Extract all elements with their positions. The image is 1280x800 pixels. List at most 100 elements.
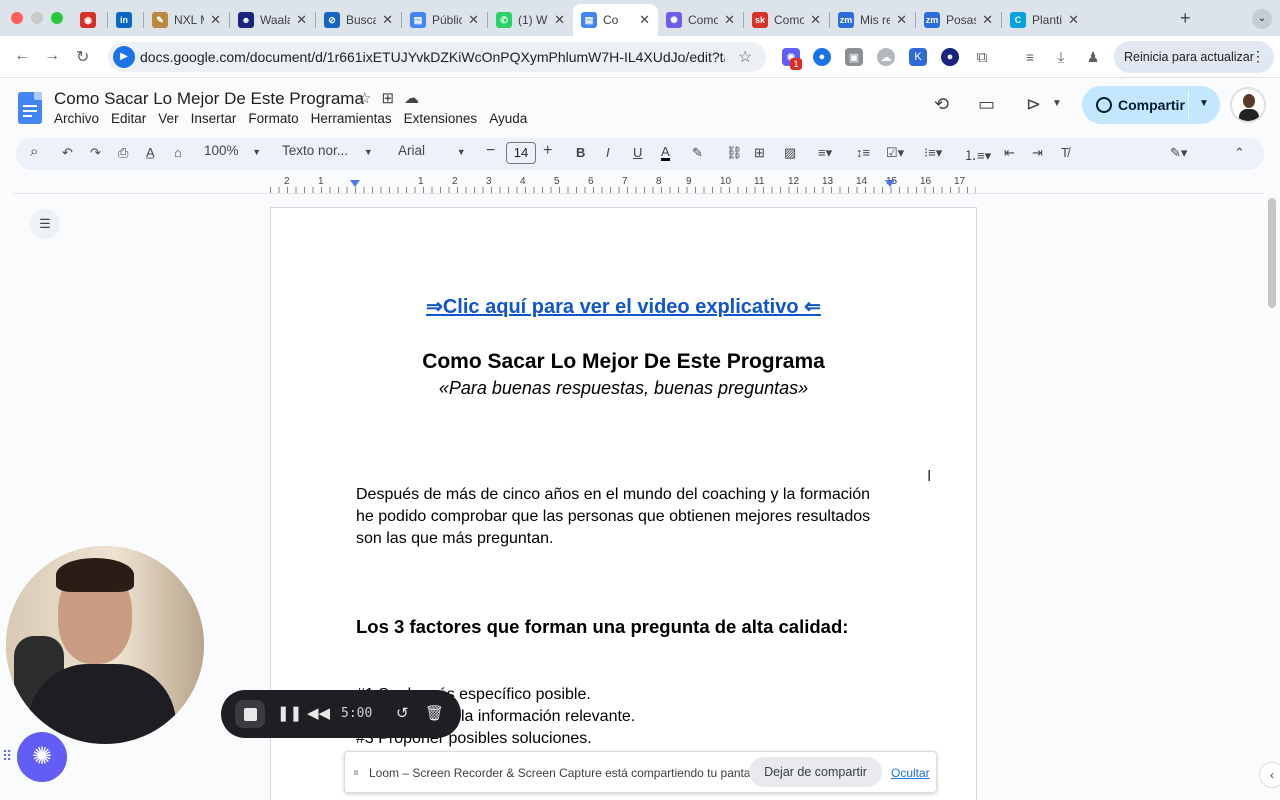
menu-item-editar[interactable]: Editar — [111, 111, 146, 126]
text-color-icon[interactable]: A — [661, 145, 670, 161]
more-menu-icon[interactable]: ⋮ — [1251, 48, 1265, 65]
insert-link-icon[interactable]: ⛓ — [726, 145, 743, 161]
tab-close-icon[interactable]: ✕ — [982, 12, 993, 28]
tab-8[interactable]: ✺ Como ✕ — [658, 6, 743, 34]
forward-icon[interactable]: → — [44, 47, 60, 65]
menu-item-ayuda[interactable]: Ayuda — [489, 111, 527, 126]
tab-10[interactable]: zm Mis re ✕ — [830, 6, 915, 34]
editing-mode-icon[interactable]: ✎▾ — [1170, 145, 1187, 161]
drag-handle-icon[interactable]: ⏸ — [353, 765, 359, 780]
search-menus-icon[interactable]: ⌕ — [30, 143, 38, 160]
move-folder-icon[interactable]: ⊞ — [381, 89, 394, 107]
tab-close-icon[interactable]: ✕ — [468, 12, 479, 28]
decrease-font-size-button[interactable]: − — [486, 142, 495, 160]
align-icon[interactable]: ≡▾ — [818, 145, 832, 161]
collapse-menus-icon[interactable]: ⌃ — [1234, 145, 1245, 161]
loom-menu-button[interactable]: ✺ — [17, 732, 67, 782]
tab-close-icon[interactable]: ✕ — [810, 12, 821, 28]
stop-recording-button[interactable] — [235, 700, 265, 728]
font-family-select[interactable]: Arial ▼ — [398, 143, 466, 158]
bulleted-list-icon[interactable]: ⁝≡▾ — [924, 145, 942, 161]
extension-icon-dark[interactable]: ● — [941, 48, 959, 66]
restart-recording-icon[interactable]: ↺ — [396, 704, 409, 722]
version-history-icon[interactable]: ⟲ — [934, 94, 949, 115]
meet-dropdown-icon[interactable]: ▼ — [1052, 98, 1062, 109]
increase-font-size-button[interactable]: + — [543, 142, 552, 160]
restart-to-update-button[interactable]: Reinicia para actualizar ⋮ — [1114, 41, 1274, 73]
video-link[interactable]: ⇒Clic aquí para ver el video explicativo… — [271, 294, 976, 319]
window-close-button[interactable] — [11, 12, 23, 24]
highlight-icon[interactable]: ✎ — [692, 145, 703, 161]
zoom-select[interactable]: 100% ▼ — [204, 143, 261, 158]
tab-4[interactable]: ⊘ Busca ✕ — [316, 6, 401, 34]
document-title[interactable]: Como Sacar Lo Mejor De Este Programa — [54, 89, 364, 109]
pause-icon[interactable]: ❚❚ — [277, 704, 302, 722]
menu-item-extensiones[interactable]: Extensiones — [404, 111, 478, 126]
tab-close-icon[interactable]: ✕ — [1068, 12, 1079, 28]
underline-icon[interactable]: U — [633, 145, 642, 160]
checklist-icon[interactable]: ☑▾ — [886, 145, 904, 161]
reading-list-icon[interactable]: ≡ — [1021, 48, 1039, 66]
right-indent-marker[interactable] — [885, 180, 895, 187]
font-size-input[interactable]: 14 — [506, 142, 536, 164]
insert-image-icon[interactable]: ▨ — [784, 145, 796, 161]
tab-close-icon[interactable]: ✕ — [296, 12, 307, 28]
cloud-status-icon[interactable]: ☁ — [404, 89, 419, 107]
profile-icon[interactable]: ♟ — [1084, 48, 1102, 66]
decrease-indent-icon[interactable]: ⇤ — [1004, 145, 1015, 161]
window-maximize-button[interactable] — [51, 12, 63, 24]
tab-0[interactable]: ◉ — [72, 6, 107, 34]
tab-search-button[interactable]: ⌄ — [1252, 9, 1272, 29]
window-minimize-button[interactable] — [31, 12, 43, 24]
menu-item-ver[interactable]: Ver — [158, 111, 178, 126]
new-tab-button[interactable]: + — [1180, 8, 1191, 29]
menu-item-insertar[interactable]: Insertar — [191, 111, 237, 126]
tab-close-icon[interactable]: ✕ — [554, 12, 565, 28]
tab-9[interactable]: sk Como ✕ — [744, 6, 829, 34]
site-info-icon[interactable]: ▶ — [113, 46, 135, 68]
menu-item-herramientas[interactable]: Herramientas — [311, 111, 392, 126]
avatar[interactable] — [1230, 87, 1266, 123]
redo-icon[interactable]: ↷ — [90, 145, 101, 161]
document-outline-icon[interactable]: ☰ — [30, 209, 60, 239]
docs-logo-icon[interactable] — [18, 92, 42, 124]
tab-3[interactable]: ☻ Waala ✕ — [230, 6, 315, 34]
drag-handle-icon[interactable]: ⠿ — [2, 748, 12, 765]
italic-icon[interactable]: I — [606, 145, 610, 160]
tab-close-icon[interactable]: ✕ — [210, 12, 221, 28]
increase-indent-icon[interactable]: ⇥ — [1032, 145, 1043, 161]
extension-icon-k[interactable]: K — [909, 48, 927, 66]
share-dropdown-icon[interactable]: ▼ — [1199, 98, 1209, 109]
extension-icon-grey[interactable]: ▣ — [845, 48, 863, 66]
loom-webcam-bubble[interactable] — [6, 546, 204, 744]
menu-item-archivo[interactable]: Archivo — [54, 111, 99, 126]
tab-6[interactable]: ✆ (1) Wh ✕ — [488, 6, 573, 34]
line-spacing-icon[interactable]: ↕≡ — [856, 145, 870, 160]
extensions-puzzle-icon[interactable]: ⧉ — [973, 48, 991, 66]
undo-icon[interactable]: ↶ — [62, 145, 73, 161]
clear-formatting-icon[interactable]: T̸ — [1061, 145, 1069, 160]
tab-11[interactable]: zm Posas ✕ — [916, 6, 1001, 34]
tab-1[interactable]: in — [108, 6, 143, 34]
numbered-list-icon[interactable]: ⒈≡▾ — [964, 145, 991, 164]
print-icon[interactable]: ⎙ — [118, 145, 128, 161]
left-indent-marker[interactable] — [350, 180, 360, 187]
hide-notification-link[interactable]: Ocultar — [891, 766, 930, 780]
url-text[interactable]: docs.google.com/document/d/1r661ixETUJYv… — [140, 49, 725, 65]
spellcheck-icon[interactable]: A̲ — [146, 145, 155, 160]
address-bar[interactable]: ▶ docs.google.com/document/d/1r661ixETUJ… — [108, 42, 766, 72]
reload-icon[interactable]: ↻ — [76, 47, 89, 67]
rewind-icon[interactable]: ◀◀ — [307, 704, 330, 722]
bookmark-star-icon[interactable]: ☆ — [738, 47, 752, 67]
ruler[interactable]: 2 1 1 2 3 4 5 6 7 8 9 10 11 12 13 14 15 16 17 — [270, 176, 976, 193]
tab-close-icon[interactable]: ✕ — [896, 12, 907, 28]
bold-icon[interactable]: B — [576, 145, 585, 160]
tab-close-icon[interactable]: ✕ — [639, 12, 650, 28]
meet-video-icon[interactable]: ⊳ — [1026, 94, 1041, 115]
add-comment-icon[interactable]: ⊞ — [754, 145, 765, 161]
share-button[interactable]: Compartir ▼ — [1082, 86, 1220, 124]
comments-icon[interactable]: ▭ — [978, 94, 995, 115]
extension-icon-cloud[interactable]: ☁ — [877, 48, 895, 66]
tab-12[interactable]: C Planti ✕ — [1002, 6, 1087, 34]
tab-2[interactable]: ✎ NXL M ✕ — [144, 6, 229, 34]
